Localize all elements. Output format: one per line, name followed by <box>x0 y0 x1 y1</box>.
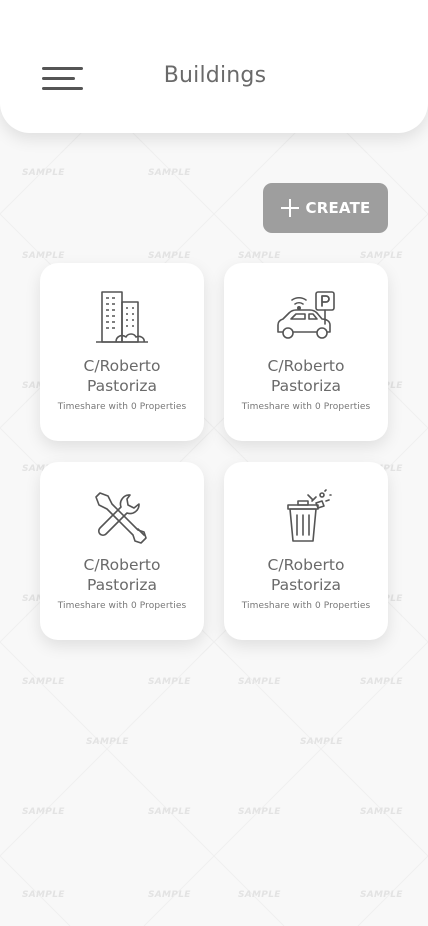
create-button-label: CREATE <box>305 199 371 217</box>
building-card[interactable]: C/Roberto Pastoriza Timeshare with 0 Pro… <box>40 263 204 441</box>
buildings-icon <box>40 290 204 346</box>
card-title: C/Roberto Pastoriza <box>267 556 345 594</box>
app-header: Buildings <box>0 0 428 133</box>
page: SAMPLE SAMPLE SAMPLE SAMPLE SAMPLE SAMPL… <box>0 0 428 926</box>
watermark-text: SAMPLE <box>22 168 65 178</box>
card-title: C/Roberto Pastoriza <box>83 556 161 594</box>
watermark-text: SAMPLE <box>238 807 281 817</box>
watermark-text: SAMPLE <box>360 677 403 687</box>
card-title: C/Roberto Pastoriza <box>83 357 161 395</box>
watermark-text: SAMPLE <box>360 807 403 817</box>
watermark-text: SAMPLE <box>148 251 191 261</box>
watermark-text: SAMPLE <box>148 677 191 687</box>
create-button[interactable]: CREATE <box>263 183 388 233</box>
card-subtitle: Timeshare with 0 Properties <box>57 601 187 611</box>
watermark-text: SAMPLE <box>22 251 65 261</box>
watermark-text: SAMPLE <box>148 807 191 817</box>
card-title: C/Roberto Pastoriza <box>267 357 345 395</box>
trash-bin-icon <box>224 489 388 545</box>
building-card[interactable]: C/Roberto Pastoriza Timeshare with 0 Pro… <box>224 462 388 640</box>
watermark-text: SAMPLE <box>148 168 191 178</box>
watermark-text: SAMPLE <box>300 737 343 747</box>
watermark-text: SAMPLE <box>86 737 129 747</box>
card-subtitle: Timeshare with 0 Properties <box>241 402 371 412</box>
plus-icon <box>280 199 299 217</box>
watermark-text: SAMPLE <box>22 890 65 900</box>
watermark-text: SAMPLE <box>238 677 281 687</box>
watermark-text: SAMPLE <box>238 251 281 261</box>
watermark-text: SAMPLE <box>148 890 191 900</box>
building-card[interactable]: C/Roberto Pastoriza Timeshare with 0 Pro… <box>224 263 388 441</box>
car-parking-icon <box>224 290 388 346</box>
watermark-text: SAMPLE <box>360 890 403 900</box>
watermark-text: SAMPLE <box>238 890 281 900</box>
watermark-text: SAMPLE <box>22 807 65 817</box>
watermark-text: SAMPLE <box>22 677 65 687</box>
building-card[interactable]: C/Roberto Pastoriza Timeshare with 0 Pro… <box>40 462 204 640</box>
card-subtitle: Timeshare with 0 Properties <box>57 402 187 412</box>
tools-icon <box>40 489 204 545</box>
page-title: Buildings <box>163 63 267 88</box>
card-subtitle: Timeshare with 0 Properties <box>241 601 371 611</box>
watermark-text: SAMPLE <box>360 251 403 261</box>
